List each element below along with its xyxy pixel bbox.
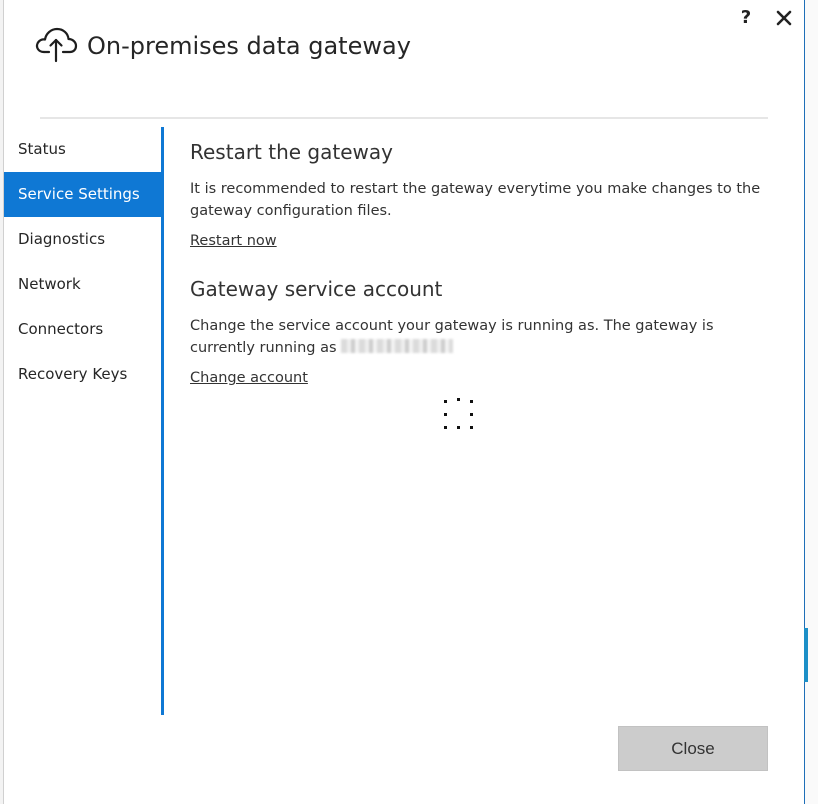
close-button[interactable]: Close bbox=[618, 726, 768, 771]
service-account-description: Change the service account your gateway … bbox=[190, 315, 780, 359]
restart-section: Restart the gateway It is recommended to… bbox=[190, 140, 780, 249]
restart-heading: Restart the gateway bbox=[190, 140, 393, 164]
background-scroll-accent bbox=[804, 628, 808, 682]
cloud-upload-icon bbox=[35, 27, 78, 63]
restart-description: It is recommended to restart the gateway… bbox=[190, 181, 761, 219]
service-account-section: Gateway service account Change the servi… bbox=[190, 277, 780, 386]
sidebar-item-recovery-keys[interactable]: Recovery Keys bbox=[4, 352, 164, 397]
background-window-edge-right bbox=[804, 0, 818, 804]
service-account-heading: Gateway service account bbox=[190, 277, 443, 301]
sidebar-item-service-settings[interactable]: Service Settings bbox=[4, 172, 164, 217]
title-bar: On-premises data gateway ? bbox=[4, 0, 804, 100]
sidebar-nav: Status Service Settings Diagnostics Netw… bbox=[4, 127, 164, 397]
close-icon[interactable] bbox=[772, 6, 796, 30]
sidebar-item-status[interactable]: Status bbox=[4, 127, 164, 172]
sidebar-item-connectors[interactable]: Connectors bbox=[4, 307, 164, 352]
help-button[interactable]: ? bbox=[736, 6, 756, 30]
header-divider bbox=[40, 117, 768, 119]
loading-spinner-icon bbox=[444, 398, 473, 429]
sidebar-item-network[interactable]: Network bbox=[4, 262, 164, 307]
redacted-account-name bbox=[340, 339, 453, 353]
main-content: Restart the gateway It is recommended to… bbox=[190, 140, 780, 386]
gateway-dialog: On-premises data gateway ? Status Servic… bbox=[4, 0, 804, 804]
page-title: On-premises data gateway bbox=[87, 32, 411, 60]
sidebar-item-diagnostics[interactable]: Diagnostics bbox=[4, 217, 164, 262]
restart-now-link[interactable]: Restart now bbox=[190, 233, 277, 249]
change-account-link[interactable]: Change account bbox=[190, 370, 308, 386]
screen: On-premises data gateway ? Status Servic… bbox=[0, 0, 818, 804]
sidebar-divider bbox=[161, 127, 164, 715]
